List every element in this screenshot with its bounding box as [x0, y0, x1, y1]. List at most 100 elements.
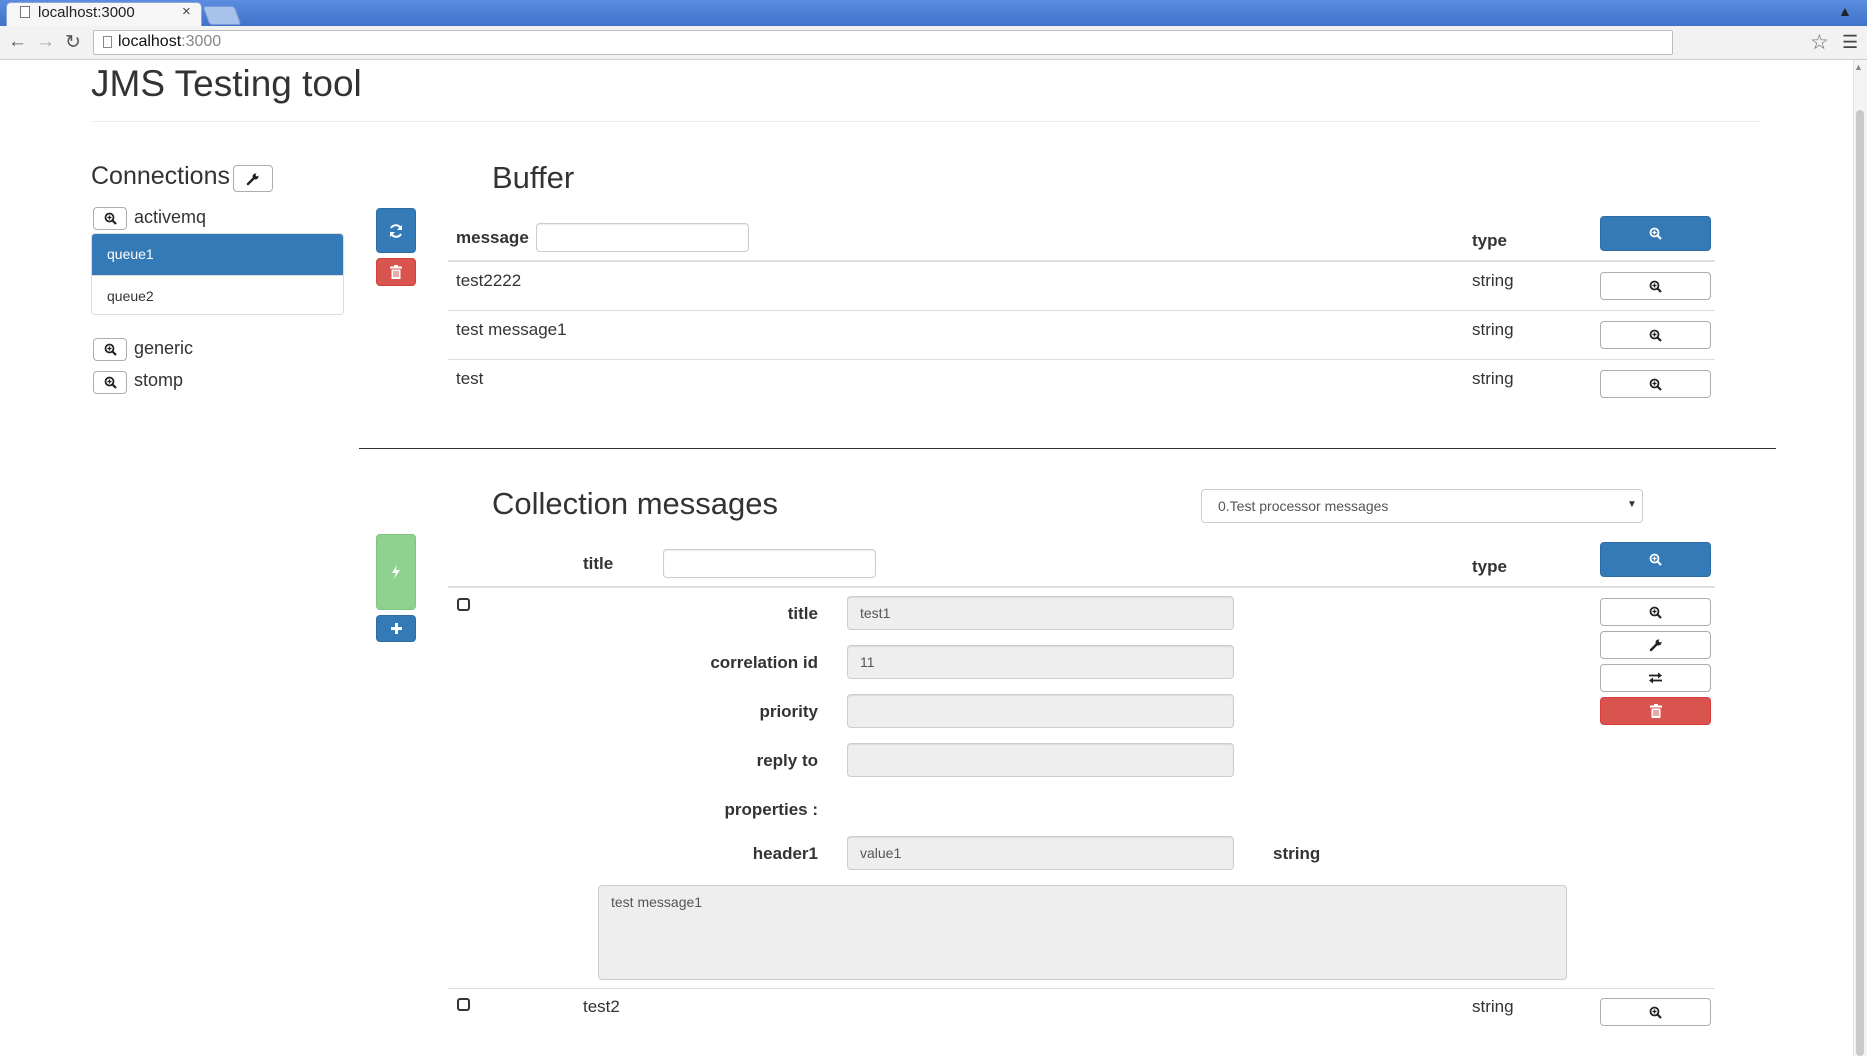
- page-title: JMS Testing tool: [91, 63, 362, 104]
- address-bar[interactable]: [93, 30, 1673, 55]
- zoom-in-icon: [1649, 329, 1662, 342]
- zoom-in-icon: [1649, 553, 1662, 566]
- field-priority-label: priority: [759, 702, 818, 721]
- buffer-row-message: test2222: [456, 271, 522, 290]
- buffer-row-view-button[interactable]: [1600, 321, 1711, 349]
- message-body-textarea[interactable]: test message1: [598, 885, 1567, 980]
- field-correlation-id-label: correlation id: [710, 653, 818, 672]
- buffer-row-view-button[interactable]: [1600, 370, 1711, 398]
- send-collection-button[interactable]: [376, 534, 416, 610]
- divider: [91, 121, 1761, 122]
- view-message-button[interactable]: [1600, 598, 1711, 626]
- new-tab-button[interactable]: [202, 6, 242, 25]
- field-title-label: title: [787, 604, 818, 623]
- connections-settings-button[interactable]: [233, 165, 273, 192]
- buffer-search-button[interactable]: [1600, 216, 1711, 251]
- buffer-type-header: type: [1472, 231, 1507, 250]
- row-divider: [448, 359, 1715, 360]
- collection-title-filter-label: title: [583, 554, 614, 573]
- connection-activemq[interactable]: activemq: [134, 207, 206, 228]
- table-header-divider: [448, 586, 1715, 588]
- zoom-in-icon: [104, 343, 117, 356]
- menu-icon[interactable]: ☰: [1842, 32, 1858, 53]
- stomp-zoom-button[interactable]: [93, 371, 127, 394]
- buffer-message-filter-input[interactable]: [536, 223, 749, 252]
- zoom-in-icon: [1649, 280, 1662, 293]
- collection-row-type: string: [1472, 997, 1514, 1016]
- collection-type-header: type: [1472, 557, 1507, 576]
- generic-zoom-button[interactable]: [93, 338, 127, 361]
- close-tab-icon[interactable]: ×: [182, 3, 191, 20]
- browser-tab-bar: [0, 0, 1867, 26]
- browser-tab-title: localhost:3000: [38, 4, 135, 21]
- property-value-input[interactable]: value1: [847, 836, 1234, 870]
- field-reply-to-input[interactable]: [847, 743, 1234, 777]
- field-correlation-id-input[interactable]: 11: [847, 645, 1234, 679]
- flash-icon: [392, 565, 400, 579]
- connection-stomp[interactable]: stomp: [134, 370, 183, 391]
- message-checkbox[interactable]: [457, 998, 470, 1011]
- trash-icon: [390, 265, 402, 279]
- properties-label: properties :: [724, 800, 818, 819]
- buffer-message-filter-label: message: [456, 228, 529, 247]
- zoom-in-icon: [1649, 378, 1662, 391]
- user-icon[interactable]: ▲: [1838, 3, 1852, 19]
- queue-item-queue1[interactable]: queue1: [92, 234, 343, 275]
- message-checkbox[interactable]: [457, 598, 470, 611]
- connection-generic[interactable]: generic: [134, 338, 193, 359]
- buffer-row-type: string: [1472, 271, 1514, 290]
- bookmark-star-icon[interactable]: ☆: [1810, 30, 1829, 55]
- queue-list: queue1 queue2: [91, 233, 344, 315]
- buffer-row-type: string: [1472, 320, 1514, 339]
- refresh-buffer-button[interactable]: [376, 208, 416, 253]
- clear-buffer-button[interactable]: [376, 258, 416, 286]
- collection-row-title: test2: [583, 997, 620, 1016]
- buffer-row-message: test message1: [456, 320, 567, 339]
- field-priority-input[interactable]: [847, 694, 1234, 728]
- collection-search-button[interactable]: [1600, 542, 1711, 577]
- row-divider: [448, 988, 1715, 989]
- connections-heading: Connections: [91, 162, 230, 190]
- property-type: string: [1273, 844, 1321, 863]
- url-text: localhost:3000: [118, 33, 222, 50]
- edit-message-button[interactable]: [1600, 631, 1711, 659]
- trash-icon: [1649, 704, 1662, 718]
- transfer-message-button[interactable]: [1600, 664, 1711, 692]
- table-header-divider: [448, 260, 1715, 262]
- collection-heading: Collection messages: [492, 486, 779, 521]
- wrench-icon: [246, 173, 259, 185]
- zoom-in-icon: [104, 376, 117, 389]
- zoom-in-icon: [1649, 606, 1662, 619]
- refresh-icon: [390, 223, 402, 238]
- buffer-row-view-button[interactable]: [1600, 272, 1711, 300]
- scroll-up-arrow-icon[interactable]: ▲: [1854, 62, 1863, 72]
- collection-row-view-button[interactable]: [1600, 998, 1711, 1026]
- row-divider: [448, 310, 1715, 311]
- zoom-in-icon: [104, 212, 117, 225]
- transfer-icon: [1649, 672, 1662, 684]
- activemq-zoom-button[interactable]: [93, 207, 127, 230]
- add-message-button[interactable]: [376, 615, 416, 642]
- buffer-row-message: test: [456, 369, 484, 388]
- zoom-in-icon: [1649, 1006, 1662, 1019]
- property-name: header1: [752, 844, 818, 863]
- page-icon: [20, 6, 30, 18]
- collection-select[interactable]: 0.Test processor messages: [1201, 489, 1643, 523]
- wrench-icon: [1649, 639, 1661, 652]
- field-title-input[interactable]: test1: [847, 596, 1234, 630]
- collection-title-filter-input[interactable]: [663, 549, 876, 578]
- buffer-row-type: string: [1472, 369, 1514, 388]
- delete-message-button[interactable]: [1600, 697, 1711, 725]
- chevron-down-icon: ▼: [1627, 499, 1637, 510]
- reload-icon[interactable]: ↻: [65, 31, 81, 54]
- queue-item-queue2[interactable]: queue2: [92, 275, 343, 314]
- scrollbar-thumb[interactable]: [1856, 110, 1864, 1056]
- section-divider: [359, 448, 1776, 449]
- page-icon: [103, 36, 112, 48]
- forward-icon[interactable]: →: [36, 31, 55, 53]
- buffer-heading: Buffer: [492, 160, 575, 195]
- back-icon[interactable]: ←: [8, 31, 27, 53]
- field-reply-to-label: reply to: [756, 751, 818, 770]
- zoom-in-icon: [1649, 227, 1662, 240]
- plus-icon: [390, 623, 402, 634]
